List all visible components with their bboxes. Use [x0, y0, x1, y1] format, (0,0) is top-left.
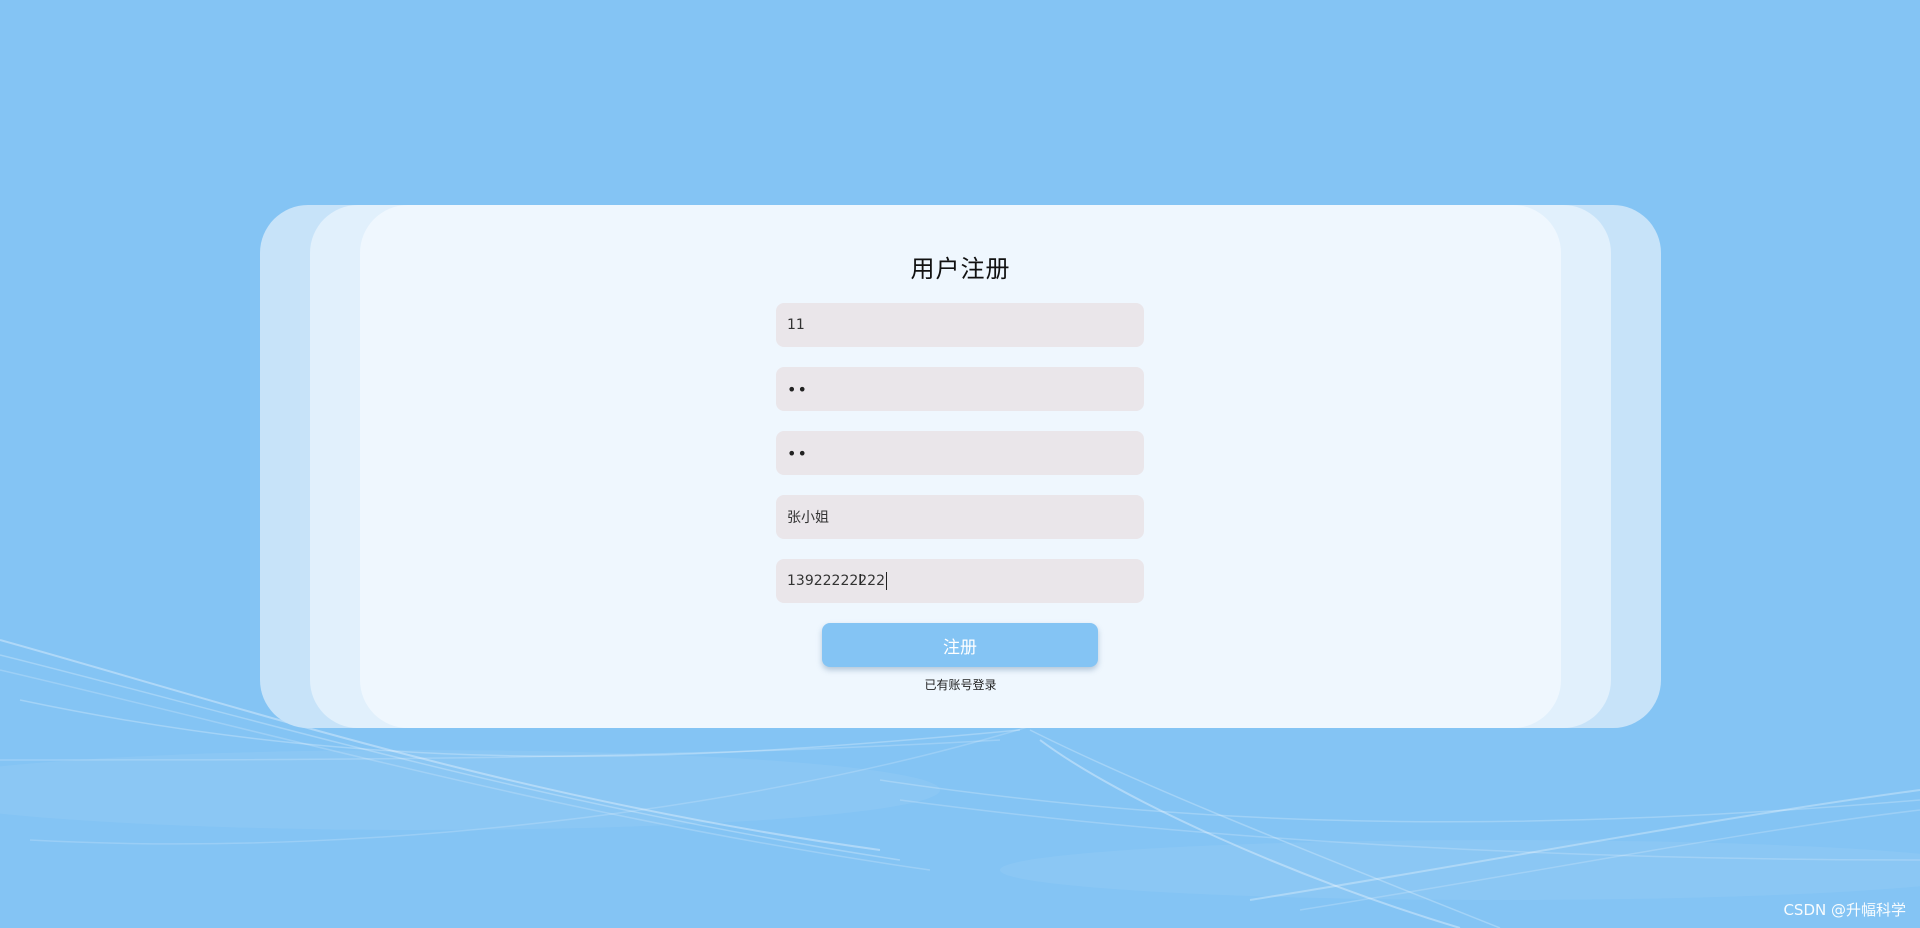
- password-input[interactable]: ••: [776, 367, 1144, 411]
- phone-input[interactable]: 13922222222 Ⅰ: [776, 559, 1144, 603]
- confirm-password-input[interactable]: ••: [776, 431, 1144, 475]
- username-input[interactable]: 11: [776, 303, 1144, 347]
- confirm-password-value: ••: [787, 443, 808, 463]
- username-value: 11: [787, 317, 805, 333]
- realname-value: 张小姐: [787, 510, 829, 526]
- text-cursor-icon: Ⅰ: [858, 571, 863, 589]
- text-caret: [885, 572, 887, 590]
- realname-input[interactable]: 张小姐: [776, 495, 1144, 539]
- password-value: ••: [787, 379, 808, 399]
- login-link[interactable]: 已有账号登录: [360, 676, 1561, 693]
- watermark: CSDN @升幅科学: [1783, 901, 1906, 919]
- page-title: 用户注册: [910, 255, 1011, 283]
- phone-value: 13922222222: [787, 573, 885, 589]
- register-button[interactable]: 注册: [822, 623, 1098, 667]
- register-card: 用户注册 11 •• •• 张小姐 13922222222 Ⅰ 注册 已有账号登…: [360, 205, 1561, 728]
